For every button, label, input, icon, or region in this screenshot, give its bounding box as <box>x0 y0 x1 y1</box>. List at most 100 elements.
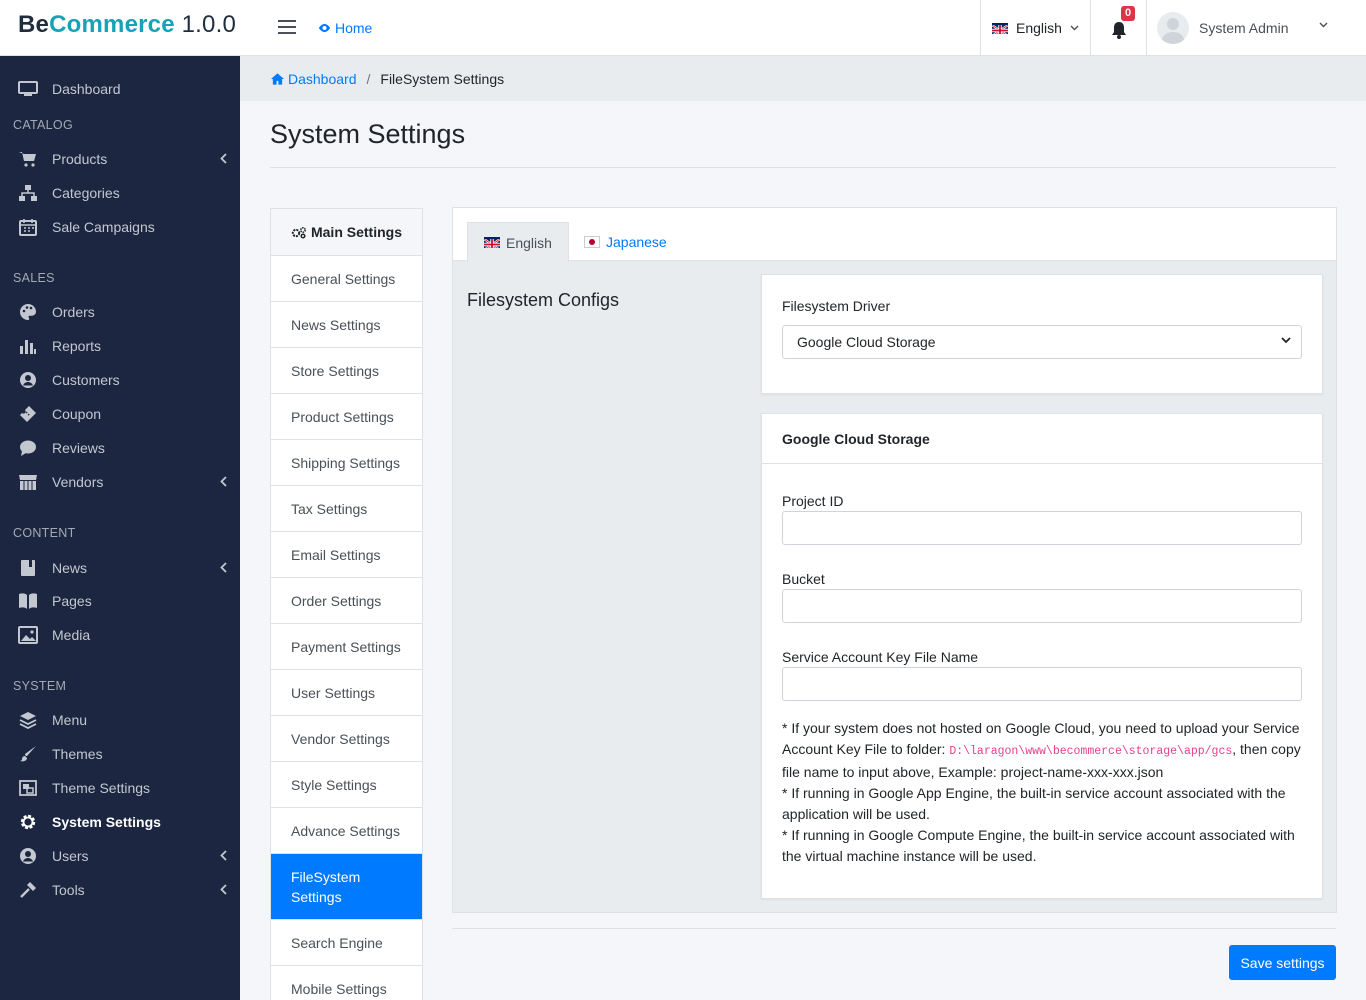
gcs-panel: Google Cloud Storage Project ID Bucket S… <box>761 413 1323 899</box>
save-settings-button[interactable]: Save settings <box>1229 945 1336 980</box>
sidebar-section-sales: SALES <box>13 271 55 285</box>
sidebar-item-label: Categories <box>52 185 120 201</box>
sidebar-item-theme-settings[interactable]: Theme Settings <box>0 771 240 805</box>
chevron-down-icon <box>1319 22 1328 28</box>
settings-menu-item-tax[interactable]: Tax Settings <box>271 486 422 532</box>
bell-icon <box>1112 22 1126 39</box>
sidebar-item-themes[interactable]: Themes <box>0 737 240 771</box>
chevron-left-icon <box>220 153 227 164</box>
book-icon <box>17 558 39 578</box>
sidebar-item-products[interactable]: Products <box>0 142 240 176</box>
breadcrumb-current: FileSystem Settings <box>380 70 505 87</box>
settings-menu-item-user[interactable]: User Settings <box>271 670 422 716</box>
language-label: English <box>1016 20 1062 36</box>
note-text: * If running in Google App Engine, the b… <box>782 785 1286 822</box>
settings-menu-item-payment[interactable]: Payment Settings <box>271 624 422 670</box>
brand-name-part2: Commerce <box>49 11 175 38</box>
sidebar-item-label: Orders <box>52 304 95 320</box>
sidebar-item-menu[interactable]: Menu <box>0 703 240 737</box>
calendar-icon <box>17 217 39 237</box>
sidebar-item-label: Products <box>52 151 108 167</box>
sidebar-item-tools[interactable]: Tools <box>0 873 240 907</box>
key-file-label: Service Account Key File Name <box>782 649 979 665</box>
sidebar-item-label: Reviews <box>52 440 105 456</box>
settings-menu-item-mobile[interactable]: Mobile Settings <box>271 966 422 1000</box>
bar-chart-icon <box>17 336 39 356</box>
chevron-left-icon <box>220 562 227 573</box>
settings-menu-item-shipping[interactable]: Shipping Settings <box>271 440 422 486</box>
driver-select-value: Google Cloud Storage <box>797 334 936 350</box>
user-menu[interactable]: System Admin <box>1147 0 1366 56</box>
sidebar-item-label: Pages <box>52 593 92 609</box>
settings-menu-item-product[interactable]: Product Settings <box>271 394 422 440</box>
settings-menu-item-vendor[interactable]: Vendor Settings <box>271 716 422 762</box>
sidebar-item-reviews[interactable]: Reviews <box>0 431 240 465</box>
eye-icon <box>318 23 331 33</box>
settings-menu-item-news[interactable]: News Settings <box>271 302 422 348</box>
settings-menu-item-style[interactable]: Style Settings <box>271 762 422 808</box>
settings-card: English Japanese Filesystem Configs File… <box>452 207 1337 913</box>
tab-japanese[interactable]: Japanese <box>568 222 683 262</box>
sidebar-section-content: CONTENT <box>13 526 76 540</box>
sidebar-item-vendors[interactable]: Vendors <box>0 465 240 499</box>
settings-menu-header: Main Settings <box>271 209 422 256</box>
settings-menu-item-search-engine[interactable]: Search Engine <box>271 920 422 966</box>
brand-name-part1: Be <box>18 11 50 38</box>
chevron-down-icon <box>1281 337 1291 344</box>
sidebar-item-label: System Settings <box>52 814 161 830</box>
settings-menu: Main Settings General Settings News Sett… <box>270 208 423 1000</box>
settings-menu-item-order[interactable]: Order Settings <box>271 578 422 624</box>
breadcrumb-dashboard-link[interactable]: Dashboard <box>271 71 357 87</box>
user-name: System Admin <box>1199 20 1289 36</box>
home-icon <box>271 72 284 85</box>
sidebar-item-system-settings[interactable]: System Settings <box>0 805 240 839</box>
object-group-icon <box>17 778 39 798</box>
sidebar-item-media[interactable]: Media <box>0 618 240 652</box>
project-id-input[interactable] <box>782 511 1302 545</box>
note-path: D:\laragon\www\becommerce\storage\app/gc… <box>949 745 1233 758</box>
bucket-input[interactable] <box>782 589 1302 623</box>
breadcrumb-root-label: Dashboard <box>288 70 357 87</box>
uk-flag-icon <box>484 237 500 248</box>
sidebar-section-system: SYSTEM <box>13 679 67 693</box>
japan-flag-icon <box>584 236 600 248</box>
sidebar-item-label: Media <box>52 627 91 643</box>
sidebar-item-customers[interactable]: Customers <box>0 363 240 397</box>
comment-icon <box>17 438 39 458</box>
sitemap-icon <box>17 183 39 203</box>
sidebar-item-categories[interactable]: Categories <box>0 176 240 210</box>
gear-icon <box>17 812 39 832</box>
palette-icon <box>17 302 39 322</box>
settings-menu-item-general[interactable]: General Settings <box>271 256 422 302</box>
driver-select[interactable]: Google Cloud Storage <box>782 325 1302 359</box>
notifications-button[interactable]: 0 <box>1091 0 1147 56</box>
key-file-input[interactable] <box>782 667 1302 701</box>
sidebar-item-coupon[interactable]: Coupon <box>0 397 240 431</box>
sidebar-item-reports[interactable]: Reports <box>0 329 240 363</box>
sidebar-item-label: Reports <box>52 338 102 354</box>
sidebar-item-users[interactable]: Users <box>0 839 240 873</box>
settings-menu-item-filesystem[interactable]: FileSystem Settings <box>271 854 422 920</box>
breadcrumb: Dashboard / FileSystem Settings <box>240 56 1366 101</box>
home-link[interactable]: Home <box>318 20 372 36</box>
sidebar-item-dashboard[interactable]: Dashboard <box>0 72 240 106</box>
top-navbar: BeCommerce 1.0.0 Home English 0 System A… <box>0 0 1366 56</box>
sidebar-item-pages[interactable]: Pages <box>0 584 240 618</box>
page-title: System Settings <box>270 119 466 149</box>
tab-english[interactable]: English <box>467 222 569 262</box>
chevron-left-icon <box>220 850 227 861</box>
sidebar-item-news[interactable]: News <box>0 551 240 585</box>
language-dropdown[interactable]: English <box>980 0 1091 56</box>
sidebar-item-sale-campaigns[interactable]: Sale Campaigns <box>0 210 240 244</box>
brand-logo[interactable]: BeCommerce 1.0.0 <box>18 11 236 39</box>
sidebar-item-label: Customers <box>52 372 120 388</box>
settings-menu-item-email[interactable]: Email Settings <box>271 532 422 578</box>
settings-menu-item-advance[interactable]: Advance Settings <box>271 808 422 854</box>
driver-panel: Filesystem Driver Google Cloud Storage <box>761 274 1323 394</box>
book-open-icon <box>17 591 39 611</box>
gcs-panel-title: Google Cloud Storage <box>762 414 1322 464</box>
hamburger-menu-icon[interactable] <box>278 20 296 34</box>
avatar <box>1157 12 1189 44</box>
settings-menu-item-store[interactable]: Store Settings <box>271 348 422 394</box>
sidebar-item-orders[interactable]: Orders <box>0 295 240 329</box>
